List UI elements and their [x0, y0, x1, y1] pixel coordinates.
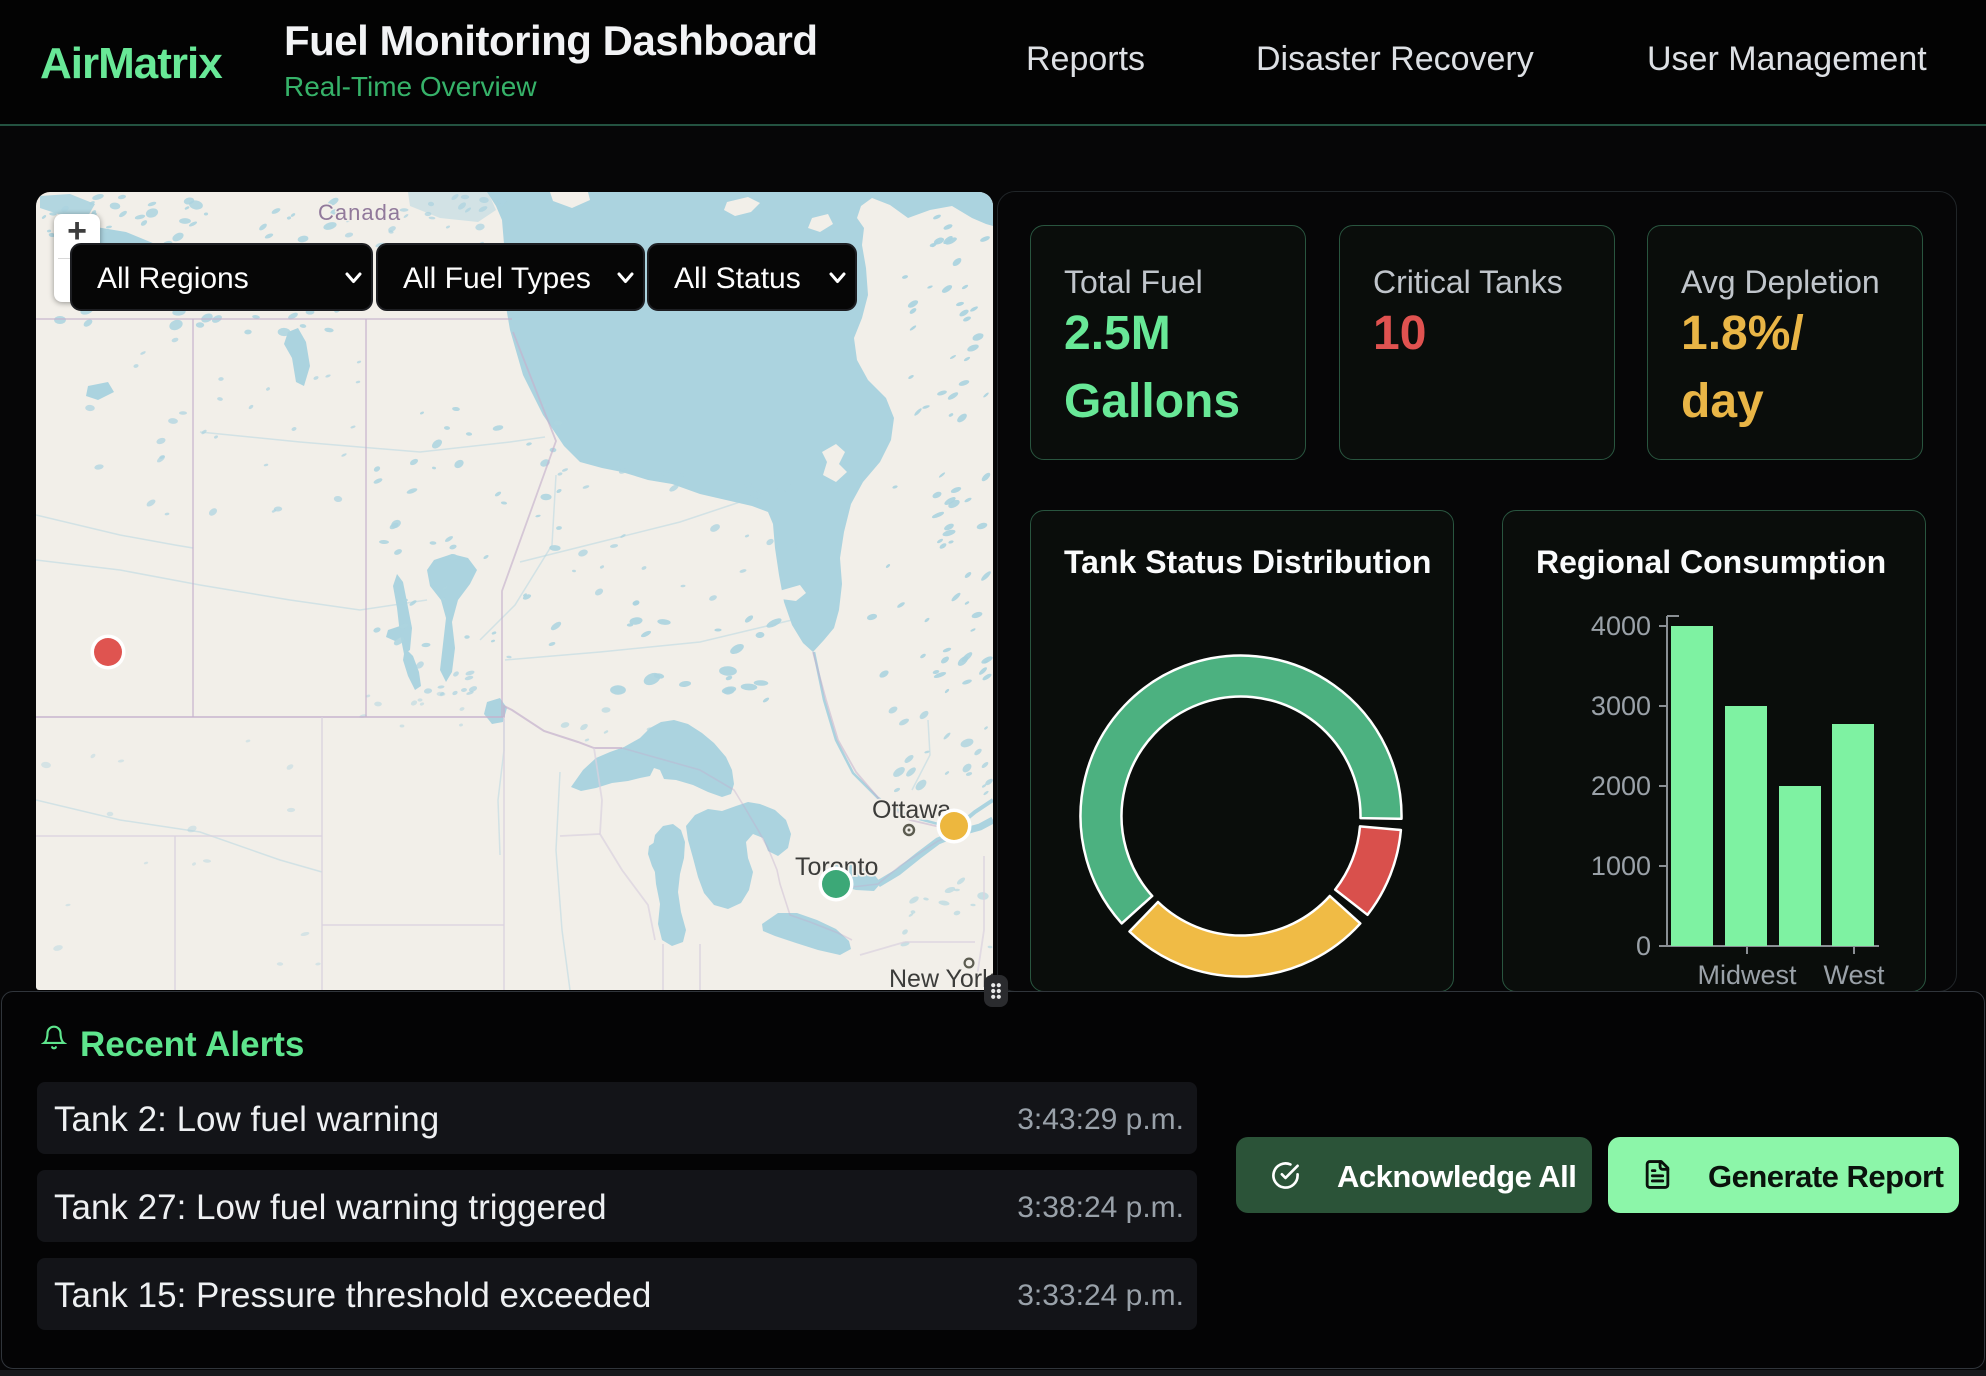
svg-text:0: 0: [1636, 931, 1651, 961]
svg-text:Canada: Canada: [318, 200, 401, 225]
svg-text:1000: 1000: [1591, 851, 1651, 881]
svg-text:New York: New York: [889, 965, 993, 990]
svg-text:4000: 4000: [1591, 611, 1651, 641]
svg-text:Midwest: Midwest: [1697, 960, 1797, 990]
svg-text:3000: 3000: [1591, 691, 1651, 721]
svg-text:West: West: [1823, 960, 1885, 990]
svg-text:2000: 2000: [1591, 771, 1651, 801]
